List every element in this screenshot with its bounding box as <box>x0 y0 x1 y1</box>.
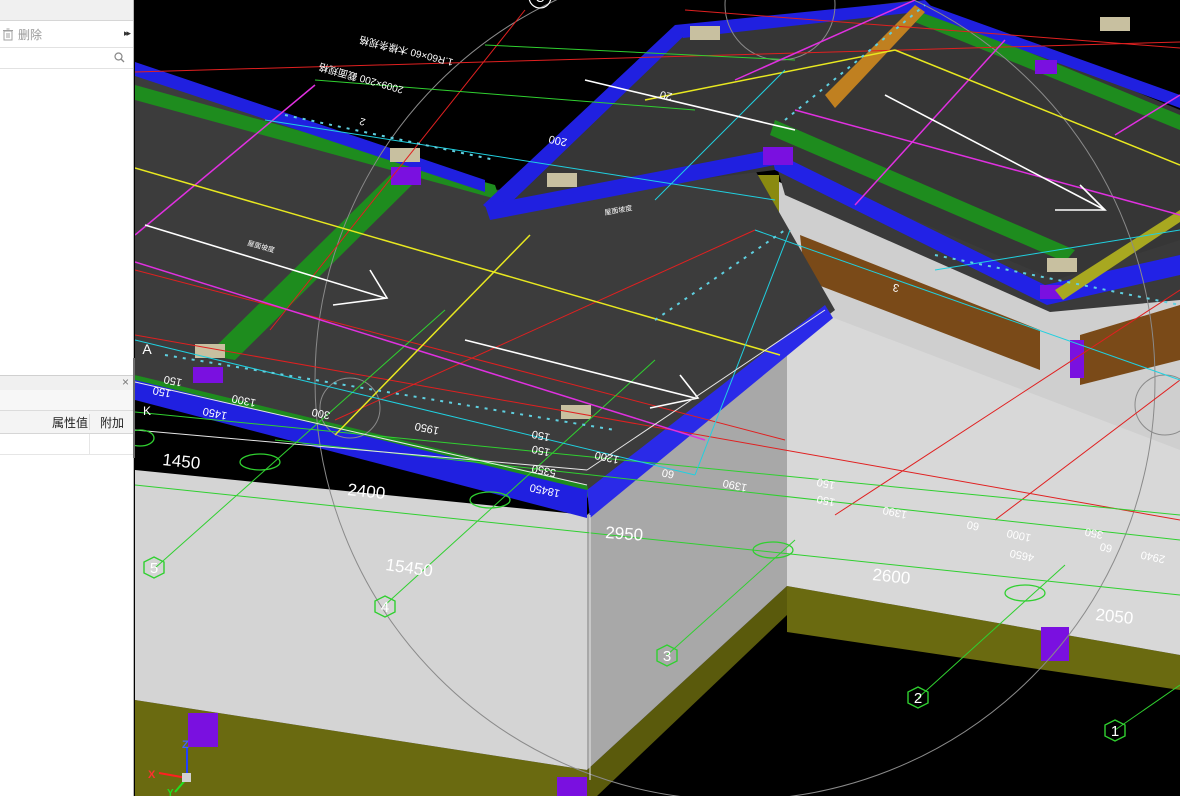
axis-z-label: Z <box>182 739 189 751</box>
dim-label-2600: 2600 <box>872 565 912 588</box>
column-header-extra[interactable]: 附加 <box>89 414 133 430</box>
dim-label-1450: 1450 <box>162 450 202 473</box>
search-input[interactable] <box>2 50 110 66</box>
purple-column <box>763 147 793 165</box>
purple-column <box>391 167 421 185</box>
dim-label-2950: 2950 <box>605 523 644 545</box>
dim-label-2400: 2400 <box>347 480 387 503</box>
beam-plate <box>1047 258 1077 272</box>
purple-column <box>1041 627 1069 661</box>
purple-column <box>557 777 587 796</box>
annotation-label-2: 2 <box>358 115 367 127</box>
properties-header: 属性值 附加 <box>0 411 133 434</box>
left-panel: 删除 ▸▸ × 属性值 附加 <box>0 0 134 796</box>
properties-titlebar: × <box>0 375 133 391</box>
dim-small: 60 <box>966 518 980 532</box>
beam-plate <box>547 173 577 187</box>
search-icon[interactable] <box>114 52 125 63</box>
layer-toolbar: 删除 ▸▸ <box>0 21 133 48</box>
axis-label-a: A <box>142 341 152 357</box>
column-header-value[interactable]: 属性值 <box>0 414 88 431</box>
dim-small: 60 <box>1099 540 1113 554</box>
beam-plate <box>690 26 720 40</box>
beam-plate <box>1100 17 1130 31</box>
grid-number-1: 1 <box>1111 723 1119 740</box>
axis-label-k: K <box>143 404 151 418</box>
purple-column <box>193 367 223 383</box>
axis-x-label: X <box>148 769 156 781</box>
purple-column <box>188 713 218 747</box>
panel-header-strip <box>0 0 133 21</box>
close-properties-button[interactable]: × <box>122 375 129 389</box>
delete-button[interactable]: 删除 <box>2 26 42 42</box>
purple-column <box>1035 60 1057 74</box>
expand-toolbar-button[interactable]: ▸▸ <box>124 28 131 39</box>
grid-number-5: 5 <box>150 560 158 577</box>
3d-viewport[interactable]: 5 4 3 2 1 C A K 1450 2400 15450 2950 260… <box>135 0 1180 796</box>
properties-tabs <box>0 390 133 411</box>
grid-number-4: 4 <box>381 599 389 616</box>
grid-number-2: 2 <box>914 690 922 707</box>
property-row[interactable] <box>0 434 133 455</box>
beam-plate <box>561 405 591 419</box>
grid-number-3: 3 <box>663 648 671 665</box>
axis-label-c: C <box>535 0 544 5</box>
dim-small: 20 <box>659 88 673 102</box>
column-divider <box>89 434 90 454</box>
dim-small: 60 <box>661 466 675 480</box>
annotation-rafter-spec: 1.R60×60 木椽条规格 <box>358 33 455 69</box>
delete-label: 删除 <box>18 27 43 42</box>
trash-icon <box>3 28 13 40</box>
dim-label-2050: 2050 <box>1095 605 1135 628</box>
axis-y-label: Y <box>167 788 174 796</box>
search-row <box>0 48 133 69</box>
